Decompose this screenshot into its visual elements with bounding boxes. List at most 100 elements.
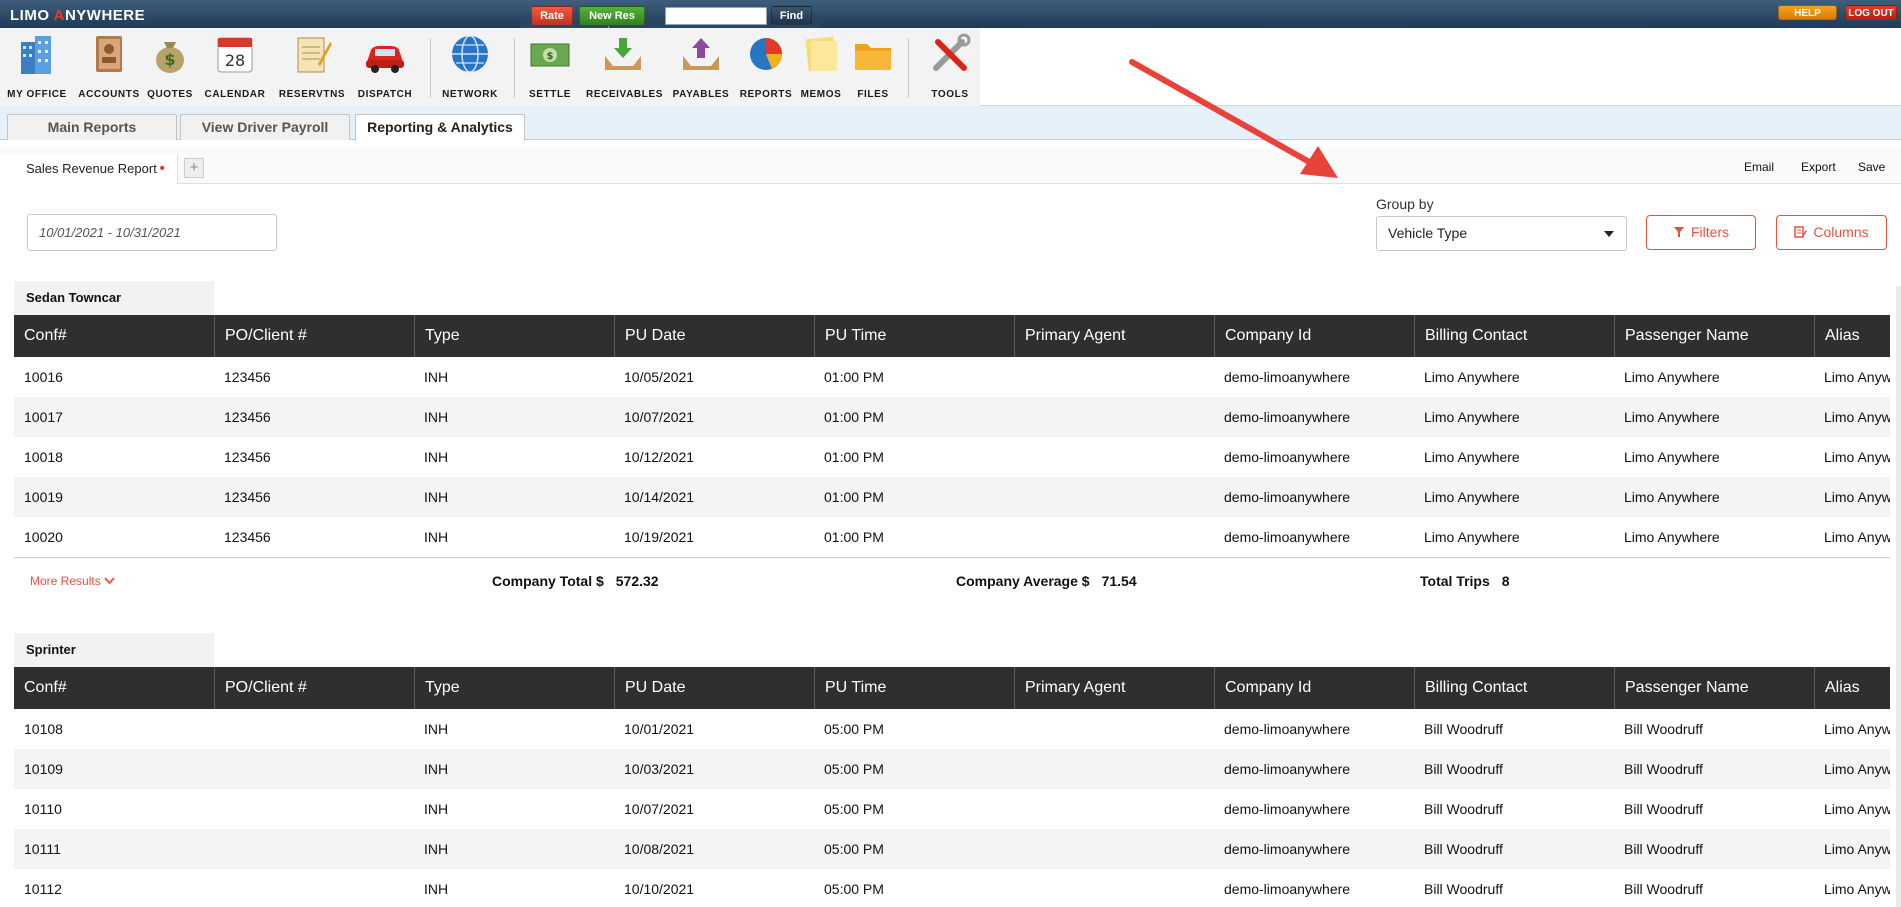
toolbar-accounts[interactable]: ACCOUNTS <box>78 32 140 102</box>
cell-po-client <box>214 869 414 907</box>
table-row[interactable]: 10018 123456 INH 10/12/2021 01:00 PM demo-lim… <box>14 437 1890 477</box>
column-header-type[interactable]: Type <box>414 667 614 709</box>
cell-conf: 10109 <box>24 761 63 777</box>
rate-button[interactable]: Rate <box>531 6 573 25</box>
columns-label: Columns <box>1813 224 1869 240</box>
vertical-scrollbar[interactable] <box>1896 286 1901 907</box>
toolbar-calendar[interactable]: 28 CALENDAR <box>202 32 268 102</box>
inbox-icon <box>601 32 645 76</box>
column-header-billing-contact[interactable]: Billing Contact <box>1414 667 1614 709</box>
cell-alias: Limo Anywhere <box>1824 529 1890 545</box>
column-header-pu-time[interactable]: PU Time <box>814 667 1014 709</box>
cell-conf: 10111 <box>24 841 61 857</box>
column-header-po-client[interactable]: PO/Client # <box>214 315 414 357</box>
toolbar-label: RECEIVABLES <box>586 89 663 100</box>
table-row[interactable]: 10019 123456 INH 10/14/2021 01:00 PM demo-lim… <box>14 477 1890 517</box>
toolbar-dispatch[interactable]: DISPATCH <box>354 32 416 102</box>
filters-label: Filters <box>1690 224 1730 240</box>
cell-pu-time: 01:00 PM <box>824 489 884 505</box>
add-report-tab-button[interactable]: + <box>184 158 204 178</box>
chevron-down-icon <box>104 577 115 585</box>
save-link[interactable]: Save <box>1858 160 1885 174</box>
table-row[interactable]: 10016 123456 INH 10/05/2021 01:00 PM demo-lim… <box>14 357 1890 397</box>
cell-alias: Limo Anywhere <box>1824 841 1890 857</box>
group-by-select[interactable]: Vehicle Type <box>1376 216 1627 251</box>
toolbar-my-office[interactable]: MY OFFICE <box>2 32 72 102</box>
column-header-conf[interactable]: Conf# <box>14 667 214 709</box>
table-row[interactable]: 10017 123456 INH 10/07/2021 01:00 PM demo-lim… <box>14 397 1890 437</box>
tab-view-driver-payroll[interactable]: View Driver Payroll <box>180 114 350 140</box>
table-row[interactable]: 10020 123456 INH 10/19/2021 01:00 PM demo-lim… <box>14 517 1890 557</box>
column-header-passenger-name[interactable]: Passenger Name <box>1614 667 1814 709</box>
date-range-input[interactable]: 10/01/2021 - 10/31/2021 <box>27 214 277 251</box>
table-row[interactable]: 10110 INH 10/07/2021 05:00 PM demo-limoanywh… <box>14 789 1890 829</box>
report-tab-sales-revenue[interactable]: Sales Revenue Report • <box>0 154 178 184</box>
toolbar-settle[interactable]: $ SETTLE <box>524 32 576 102</box>
toolbar-reservations[interactable]: RESERVTNS <box>276 32 348 102</box>
cell-billing-contact: Limo Anywhere <box>1424 369 1520 385</box>
column-header-primary-agent[interactable]: Primary Agent <box>1014 315 1214 357</box>
toolbar-tools[interactable]: TOOLS <box>920 32 980 102</box>
cell-pu-time: 05:00 PM <box>824 721 884 737</box>
table-row[interactable]: 10112 INH 10/10/2021 05:00 PM demo-limoanywh… <box>14 869 1890 907</box>
table-row[interactable]: 10108 INH 10/01/2021 05:00 PM demo-limoanywh… <box>14 709 1890 749</box>
cell-passenger-name: Limo Anywhere <box>1624 409 1720 425</box>
cell-pu-date: 10/10/2021 <box>624 881 695 897</box>
toolbar-reports[interactable]: REPORTS <box>738 32 794 102</box>
svg-text:$: $ <box>164 50 175 69</box>
toolbar-memos[interactable]: MEMOS <box>798 32 844 102</box>
cell-pu-time: 05:00 PM <box>824 841 884 857</box>
columns-button[interactable]: Columns <box>1776 215 1887 250</box>
find-button[interactable]: Find <box>771 6 812 25</box>
more-results-link[interactable]: More Results <box>30 574 115 588</box>
column-header-conf[interactable]: Conf# <box>14 315 214 357</box>
filters-button[interactable]: Filters <box>1646 215 1756 250</box>
toolbar-quotes[interactable]: $ QUOTES <box>144 32 196 102</box>
cell-alias: Limo Anywhere <box>1824 881 1890 897</box>
column-header-passenger-name[interactable]: Passenger Name <box>1614 315 1814 357</box>
find-input[interactable] <box>665 7 767 25</box>
toolbar-receivables[interactable]: RECEIVABLES <box>586 32 663 102</box>
building-icon <box>15 32 59 76</box>
toolbar-network[interactable]: NETWORK <box>440 32 500 102</box>
toolbar-label: REPORTS <box>739 89 793 100</box>
column-header-type[interactable]: Type <box>414 315 614 357</box>
cell-passenger-name: Limo Anywhere <box>1624 369 1720 385</box>
cell-po-client: 123456 <box>224 409 271 425</box>
new-res-button[interactable]: New Res▼ <box>579 6 645 45</box>
help-button[interactable]: HELP <box>1778 5 1837 20</box>
column-header-pu-time[interactable]: PU Time <box>814 315 1014 357</box>
email-link[interactable]: Email <box>1744 160 1774 174</box>
svg-text:28: 28 <box>225 51 245 70</box>
cell-passenger-name: Limo Anywhere <box>1624 529 1720 545</box>
tab-reporting-analytics[interactable]: Reporting & Analytics <box>355 114 525 141</box>
cell-primary-agent <box>1014 709 1214 749</box>
cell-pu-time: 01:00 PM <box>824 409 884 425</box>
toolbar-files[interactable]: FILES <box>848 32 898 102</box>
cell-billing-contact: Limo Anywhere <box>1424 529 1520 545</box>
column-header-po-client[interactable]: PO/Client # <box>214 667 414 709</box>
table-row[interactable]: 10111 INH 10/08/2021 05:00 PM demo-limoanywh… <box>14 829 1890 869</box>
column-header-pu-date[interactable]: PU Date <box>614 315 814 357</box>
column-header-company-id[interactable]: Company Id <box>1214 667 1414 709</box>
company-total: Company Total $572.32 <box>492 573 659 589</box>
column-header-primary-agent[interactable]: Primary Agent <box>1014 667 1214 709</box>
logout-button[interactable]: LOG OUT <box>1845 5 1897 20</box>
column-header-pu-date[interactable]: PU Date <box>614 667 814 709</box>
tab-main-reports[interactable]: Main Reports <box>7 114 177 140</box>
cell-pu-date: 10/03/2021 <box>624 761 695 777</box>
cell-company-id: demo-limoanywhere <box>1224 489 1351 505</box>
toolbar-label: MEMOS <box>800 89 842 100</box>
group-label: Sprinter <box>14 633 214 667</box>
column-header-alias[interactable]: Alias <box>1814 667 1890 709</box>
column-header-billing-contact[interactable]: Billing Contact <box>1414 315 1614 357</box>
export-link[interactable]: Export <box>1801 160 1836 174</box>
group-by-value: Vehicle Type <box>1388 225 1468 241</box>
table-row[interactable]: 10109 INH 10/03/2021 05:00 PM demo-limoanywh… <box>14 749 1890 789</box>
toolbar-payables[interactable]: PAYABLES <box>668 32 734 102</box>
column-header-company-id[interactable]: Company Id <box>1214 315 1414 357</box>
cell-po-client: 123456 <box>224 369 271 385</box>
column-header-alias[interactable]: Alias <box>1814 315 1890 357</box>
cell-conf: 10018 <box>24 449 63 465</box>
cell-pu-time: 01:00 PM <box>824 369 884 385</box>
